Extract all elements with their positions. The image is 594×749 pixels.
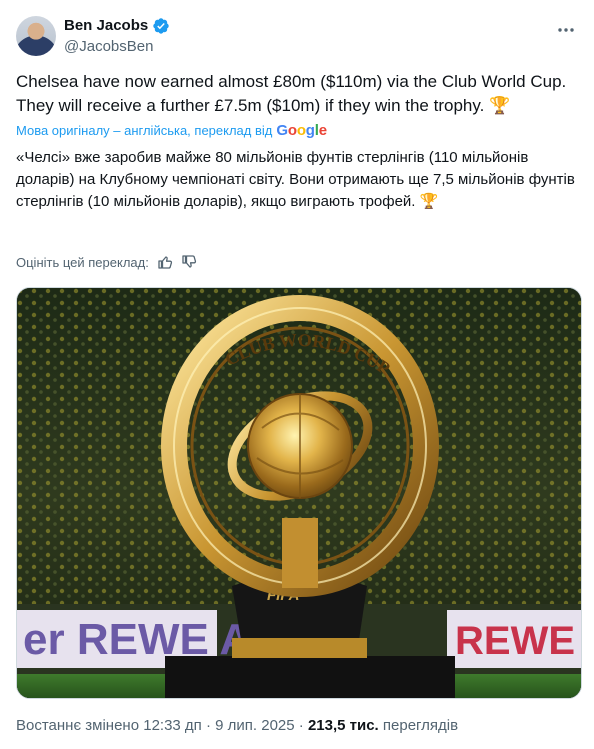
avatar[interactable] (16, 16, 56, 56)
translation-note-label: Мова оригіналу – англійська, переклад ві… (16, 123, 273, 138)
tweet-header: Ben Jacobs @JacobsBen (16, 14, 578, 58)
tweet-text: Chelsea have now earned almost £80m ($11… (16, 72, 567, 115)
edited-timestamp[interactable]: Востаннє змінено 12:33 дп · 9 лип. 2025 … (16, 717, 304, 734)
verified-badge-icon (153, 18, 169, 34)
more-options-button[interactable] (554, 18, 578, 42)
author-name[interactable]: Ben Jacobs (64, 16, 148, 36)
trophy-photo: er REWE Ac REWE Bo FIFA CLUB WORLD CUP (17, 288, 582, 698)
thumbs-down-icon[interactable] (181, 254, 197, 270)
tweet-footer: Востаннє змінено 12:33 дп · 9 лип. 2025 … (16, 716, 458, 736)
more-dots-icon (558, 28, 574, 32)
banner-right-text: REWE Bo (455, 619, 582, 663)
rate-translation: Оцініть цей переклад: (16, 254, 197, 270)
author-handle[interactable]: @JacobsBen (64, 37, 153, 57)
thumbs-up-icon[interactable] (157, 254, 173, 270)
author-name-row: Ben Jacobs (64, 16, 170, 36)
tweet-media-image[interactable]: er REWE Ac REWE Bo FIFA CLUB WORLD CUP (16, 287, 582, 699)
views-label: переглядів (382, 717, 459, 734)
rate-translation-label: Оцініть цей переклад: (16, 254, 149, 270)
google-logo: Google (276, 122, 327, 139)
translated-text: «Челсі» вже заробив майже 80 мільйонів ф… (16, 149, 575, 210)
views-count: 213,5 тис. (307, 717, 379, 734)
translation-note[interactable]: Мова оригіналу – англійська, переклад ві… (16, 122, 327, 140)
